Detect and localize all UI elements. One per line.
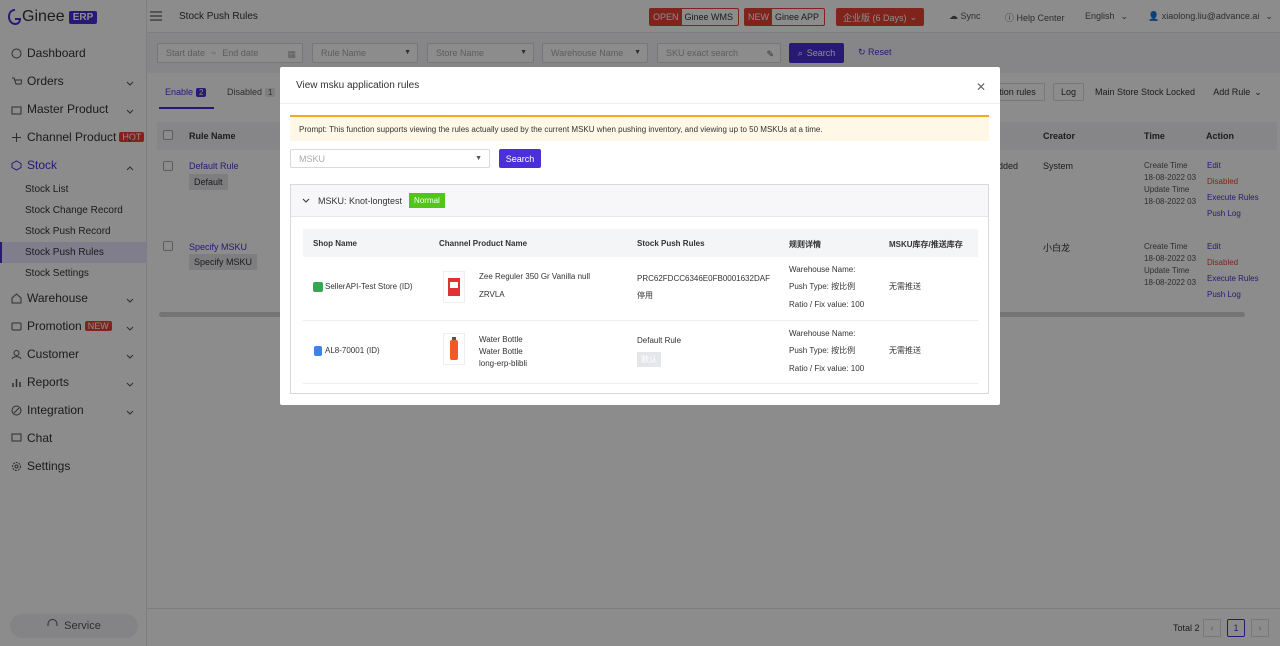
chevron-down-icon[interactable]	[302, 196, 310, 206]
close-icon[interactable]: ✕	[976, 80, 986, 94]
search-label: Search	[505, 153, 535, 164]
product-name: Zee Reguler 350 Gr Vanilla null	[479, 272, 591, 281]
shop-channel-icon	[313, 282, 323, 292]
prompt-banner: Prompt: This function supports viewing t…	[290, 115, 989, 141]
push-status: 无需推送	[889, 346, 921, 355]
view-msku-rules-modal: View msku application rules ✕ Prompt: Th…	[280, 67, 1000, 405]
warehouse-name: Warehouse Name:	[789, 265, 856, 274]
rule-status: 停用	[637, 291, 653, 300]
product-thumbnail	[443, 333, 465, 365]
header-stock-push-rules: Stock Push Rules	[637, 239, 705, 248]
msku-panel: MSKU: Knot-longtest Normal Shop Name Cha…	[290, 184, 989, 394]
header-msku-stock: MSKU库存/推送库存	[889, 240, 963, 249]
row-divider	[303, 320, 978, 321]
prompt-text: Prompt: This function supports viewing t…	[299, 124, 823, 134]
shop-name: AL8-70001 (ID)	[325, 346, 380, 355]
msku-placeholder: MSKU	[299, 153, 326, 164]
caret-down-icon: ▼	[475, 155, 482, 162]
warehouse-name: Warehouse Name:	[789, 329, 856, 338]
push-type: Push Type: 按比例	[789, 282, 856, 291]
panel-title: MSKU: Knot-longtest	[318, 195, 403, 206]
rules-table-header: Shop Name Channel Product Name Stock Pus…	[303, 229, 978, 257]
default-tag: 默认	[637, 352, 661, 367]
ratio-value: Ratio / Fix value: 100	[789, 300, 865, 309]
shop-channel-icon	[314, 346, 322, 356]
msku-select[interactable]: MSKU ▼	[290, 149, 490, 168]
product-sku: ZRVLA	[479, 290, 505, 299]
product-name: Water Bottle	[479, 335, 523, 344]
header-rule-detail: 规则详情	[789, 240, 821, 249]
push-rule-name: Default Rule	[637, 336, 682, 345]
ratio-value: Ratio / Fix value: 100	[789, 364, 865, 373]
shop-name: SellerAPI-Test Store (ID)	[325, 282, 413, 291]
panel-header[interactable]: MSKU: Knot-longtest Normal	[291, 185, 988, 217]
header-channel-product: Channel Product Name	[439, 239, 528, 248]
push-rule-name: PRC62FDCC6346E0FB0001632DAF	[637, 274, 770, 283]
header-shop-name: Shop Name	[313, 239, 358, 248]
modal-divider	[280, 103, 1000, 104]
push-type: Push Type: 按比例	[789, 346, 856, 355]
msku-search-button[interactable]: Search	[499, 149, 541, 168]
product-variant: Water Bottle	[479, 347, 523, 356]
push-status: 无需推送	[889, 282, 921, 291]
modal-title: View msku application rules	[296, 80, 420, 91]
product-sku: long-erp-blibli	[479, 359, 528, 368]
row-divider	[303, 383, 978, 384]
status-tag: Normal	[409, 193, 445, 208]
product-thumbnail	[443, 271, 465, 303]
